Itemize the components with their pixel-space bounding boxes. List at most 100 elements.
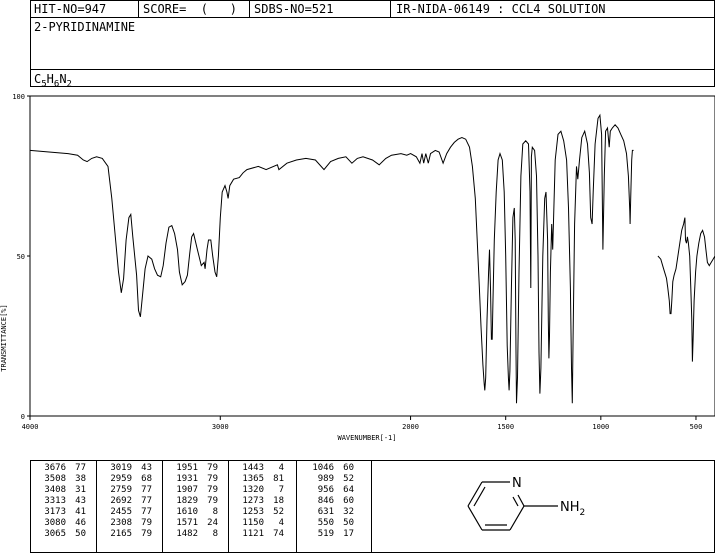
peak-transmittance: 64	[343, 485, 354, 495]
peak-row: 1320 7	[232, 485, 284, 496]
peak-column: 1046 60 989 52 956 64 846 60 631 32 550 50 519 17	[302, 463, 354, 540]
x-tick-label: 500	[690, 423, 703, 431]
peak-wavenumber: 989	[317, 474, 334, 484]
peak-wavenumber: 1907	[176, 485, 198, 495]
peak-row: 1253 52	[232, 507, 284, 518]
peak-transmittance: 8	[212, 529, 218, 539]
peak-transmittance: 74	[273, 529, 284, 539]
peak-wavenumber: 3408	[44, 485, 66, 495]
peak-wavenumber: 1365	[242, 474, 264, 484]
peak-wavenumber: 2959	[110, 474, 132, 484]
peak-wavenumber: 2308	[110, 518, 132, 528]
y-tick-label: 100	[12, 93, 25, 101]
peak-transmittance: 17	[343, 529, 354, 539]
ir-info: IR-NIDA-06149 : CCL4 SOLUTION	[396, 2, 606, 16]
x-tick-label: 2000	[402, 423, 419, 431]
peak-column: 1443 4 1365 81 1320 7 1273 18 1253 52 1150 4 1121 74	[232, 463, 284, 540]
header-divider-2	[30, 69, 715, 70]
peak-row: 2692 77	[100, 496, 152, 507]
x-tick-label: 3000	[212, 423, 229, 431]
peak-transmittance: 50	[75, 529, 86, 539]
peak-wavenumber: 1150	[242, 518, 264, 528]
peak-transmittance: 60	[343, 463, 354, 473]
header-col-divider-3	[390, 0, 391, 17]
peak-wavenumber: 1046	[312, 463, 334, 473]
peak-transmittance: 4	[278, 518, 284, 528]
peak-row: 1150 4	[232, 518, 284, 529]
peak-row: 989 52	[302, 474, 354, 485]
peak-row: 1931 79	[166, 474, 218, 485]
formula-n: N	[59, 72, 67, 86]
x-tick-label: 4000	[22, 423, 39, 431]
peak-row: 1907 79	[166, 485, 218, 496]
peak-wavenumber: 3080	[44, 518, 66, 528]
peak-column: 1951 79 1931 79 1907 79 1829 79 1610 8 1571 24 1482 8	[166, 463, 218, 540]
peak-row: 1046 60	[302, 463, 354, 474]
peak-transmittance: 43	[75, 496, 86, 506]
peak-wavenumber: 3508	[44, 474, 66, 484]
peak-wavenumber: 1482	[176, 529, 198, 539]
peak-column: 3676 77 3508 38 3408 31 3313 43 3173 41 3080 46 3065…	[34, 463, 86, 540]
amino-group: NH2	[560, 500, 585, 518]
peak-row: 550 50	[302, 518, 354, 529]
peak-column-divider	[162, 460, 163, 553]
peak-wavenumber: 1273	[242, 496, 264, 506]
peak-wavenumber: 2455	[110, 507, 132, 517]
peak-wavenumber: 3173	[44, 507, 66, 517]
peak-transmittance: 7	[278, 485, 284, 495]
amino-nh: NH	[560, 500, 580, 515]
peak-wavenumber: 1571	[176, 518, 198, 528]
peak-transmittance: 79	[141, 518, 152, 528]
peak-transmittance: 77	[141, 496, 152, 506]
peak-row: 846 60	[302, 496, 354, 507]
peak-row: 3408 31	[34, 485, 86, 496]
score: SCORE= ( )	[143, 2, 237, 16]
peak-row: 1951 79	[166, 463, 218, 474]
peak-wavenumber: 2165	[110, 529, 132, 539]
peak-row: 3080 46	[34, 518, 86, 529]
peak-row: 1443 4	[232, 463, 284, 474]
peak-wavenumber: 1951	[176, 463, 198, 473]
peak-row: 3676 77	[34, 463, 86, 474]
spectrum-series	[29, 113, 715, 404]
hit-number: HIT-NO=947	[34, 2, 107, 16]
peak-transmittance: 50	[343, 518, 354, 528]
formula-h: H	[46, 72, 54, 86]
peak-transmittance: 77	[141, 485, 152, 495]
header-col-divider-2	[249, 0, 250, 17]
spectrum-line-1	[29, 113, 634, 404]
peak-transmittance: 77	[141, 507, 152, 517]
axis-ticks: 4000 3000 2000 1500 1000 500 0 50 100	[12, 93, 702, 431]
peak-wavenumber: 1443	[242, 463, 264, 473]
peak-wavenumber: 550	[317, 518, 334, 528]
peak-transmittance: 38	[75, 474, 86, 484]
ring-nitrogen: N	[512, 476, 522, 491]
peak-transmittance: 4	[278, 463, 284, 473]
peak-wavenumber: 3676	[44, 463, 66, 473]
peak-wavenumber: 1253	[242, 507, 264, 517]
peak-row: 2308 79	[100, 518, 152, 529]
x-tick-label: 1500	[497, 423, 514, 431]
peak-row: 1273 18	[232, 496, 284, 507]
y-tick-label: 0	[21, 413, 25, 421]
peak-row: 1571 24	[166, 518, 218, 529]
peak-transmittance: 8	[212, 507, 218, 517]
peak-transmittance: 68	[141, 474, 152, 484]
peak-row: 2165 79	[100, 529, 152, 540]
header-divider-1	[30, 17, 715, 18]
peak-transmittance: 60	[343, 496, 354, 506]
peak-wavenumber: 3065	[44, 529, 66, 539]
peak-transmittance: 41	[75, 507, 86, 517]
peak-row: 3313 43	[34, 496, 86, 507]
peak-row: 3019 43	[100, 463, 152, 474]
peak-transmittance: 24	[207, 518, 218, 528]
peak-transmittance: 79	[207, 474, 218, 484]
peak-row: 2759 77	[100, 485, 152, 496]
x-axis-label: WAVENUMBER[-1]	[337, 434, 396, 442]
peak-transmittance: 79	[141, 529, 152, 539]
sdbs-number: SDBS-NO=521	[254, 2, 334, 16]
header-frame	[30, 0, 715, 87]
peak-transmittance: 52	[273, 507, 284, 517]
peak-transmittance: 18	[273, 496, 284, 506]
peak-transmittance: 32	[343, 507, 354, 517]
